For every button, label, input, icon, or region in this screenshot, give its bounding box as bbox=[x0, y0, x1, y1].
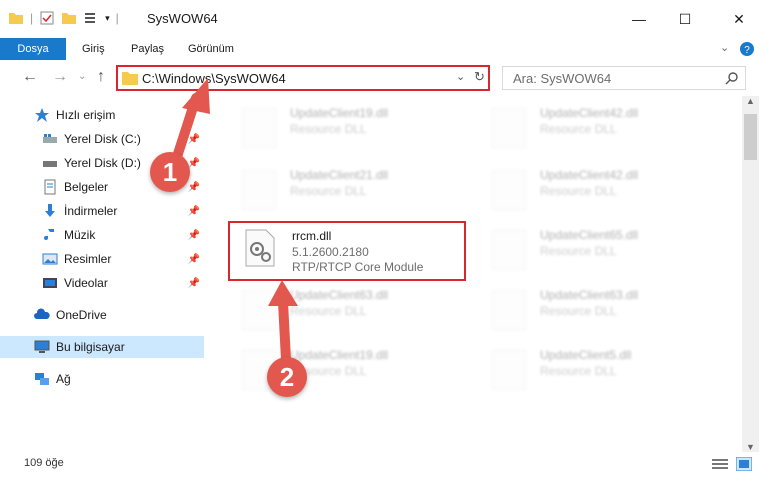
arrow-to-address-bar bbox=[171, 78, 210, 165]
step-2-badge: 2 bbox=[267, 357, 307, 397]
step-1-badge: 1 bbox=[150, 152, 190, 192]
annotation-arrows bbox=[171, 78, 298, 365]
arrow-to-file bbox=[268, 280, 298, 365]
